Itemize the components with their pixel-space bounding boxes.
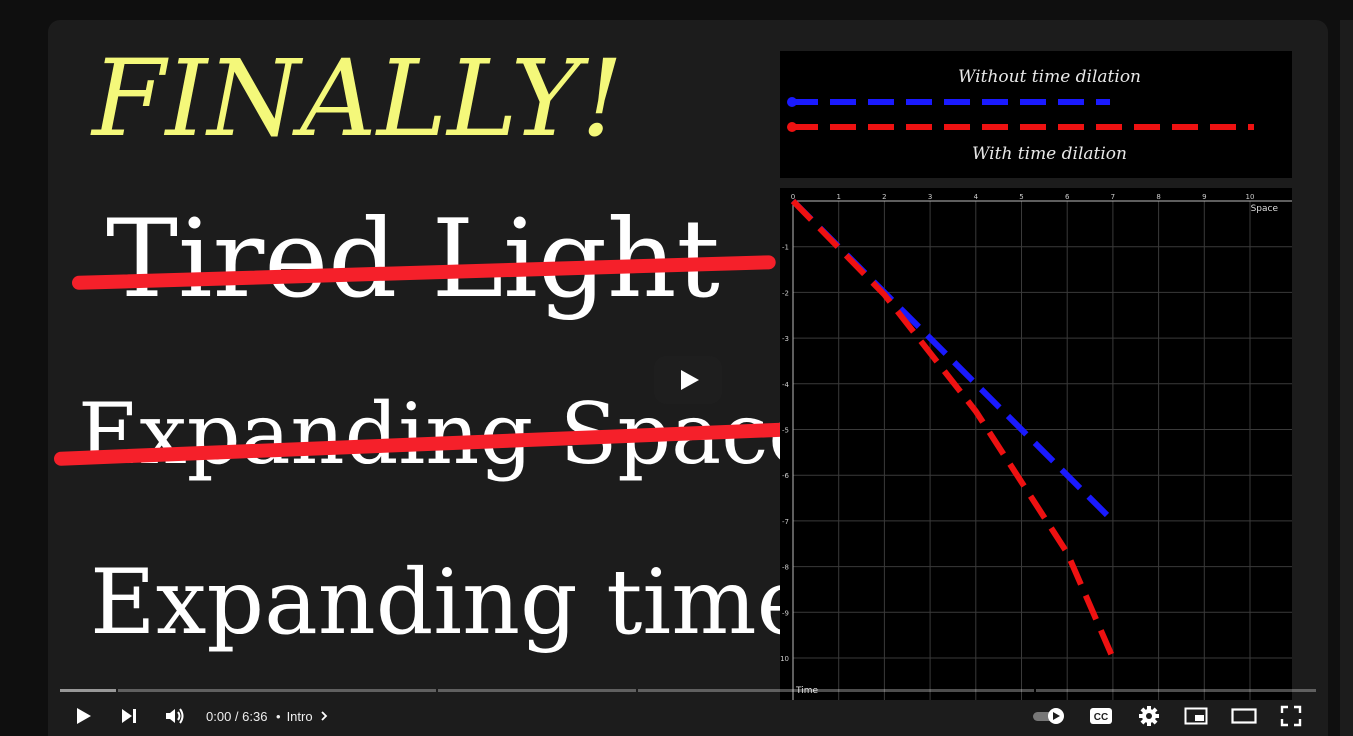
x-tick-label: 10: [1246, 193, 1255, 201]
x-axis-label: Space: [1251, 204, 1279, 214]
player-controls: 0:00 / 6:36 • Intro CC: [48, 696, 1328, 736]
y-tick-label: -9: [782, 609, 789, 617]
chevron-right-icon: [320, 711, 327, 721]
subtitles-button[interactable]: CC: [1088, 696, 1114, 736]
y-tick-label: -7: [782, 518, 789, 526]
x-tick-label: 4: [974, 193, 979, 201]
legend-label-bottom: With time dilation: [972, 144, 1127, 164]
video-player[interactable]: FINALLY! Tired Light Expanding Space Exp…: [48, 20, 1328, 736]
x-tick-label: 7: [1111, 193, 1115, 201]
theater-mode-icon: [1231, 708, 1257, 724]
volume-button[interactable]: [162, 696, 188, 736]
x-tick-label: 6: [1065, 193, 1070, 201]
progress-segment[interactable]: [438, 689, 636, 692]
y-tick-label: -2: [782, 289, 789, 297]
x-tick-label: 1: [836, 193, 840, 201]
page-edge: [1340, 20, 1353, 736]
skip-next-icon: [122, 709, 136, 723]
x-tick-label: 9: [1202, 193, 1206, 201]
y-tick-label: -5: [782, 427, 789, 435]
play-icon: [77, 708, 91, 724]
miniplayer-icon: [1184, 707, 1208, 725]
gear-icon: [1139, 706, 1159, 726]
progress-segment[interactable]: [1036, 689, 1316, 692]
x-tick-label: 8: [1156, 193, 1160, 201]
y-tick-label: -1: [782, 244, 789, 252]
progress-bar[interactable]: [60, 689, 1316, 692]
next-button[interactable]: [116, 696, 142, 736]
series-line-without-dilation: [790, 198, 1116, 524]
large-play-button[interactable]: [654, 356, 722, 404]
play-button[interactable]: [70, 696, 96, 736]
fullscreen-icon: [1280, 705, 1302, 727]
progress-segment[interactable]: [638, 689, 1034, 692]
closed-captions-icon: CC: [1090, 708, 1112, 724]
autoplay-toggle[interactable]: [1032, 696, 1066, 736]
play-icon: [681, 370, 699, 390]
y-tick-label: -8: [782, 564, 789, 572]
time-display: 0:00 / 6:36: [206, 708, 268, 724]
y-tick-label: -6: [782, 472, 790, 480]
chapter-title: Intro: [286, 708, 313, 724]
settings-button[interactable]: [1136, 696, 1162, 736]
fullscreen-button[interactable]: [1278, 696, 1304, 736]
progress-segment[interactable]: [118, 689, 436, 692]
chapter-button[interactable]: • Intro: [276, 696, 330, 736]
chart-svg: 012345678910-1-2-3-4-5-6-7-8-9-10SpaceTi…: [780, 193, 1292, 700]
miniplayer-button[interactable]: [1182, 696, 1210, 736]
chart: 012345678910-1-2-3-4-5-6-7-8-9-10SpaceTi…: [780, 188, 1292, 700]
svg-text:CC: CC: [1094, 712, 1108, 723]
thumbnail-headline: FINALLY!: [92, 37, 624, 160]
y-tick-label: -10: [780, 655, 789, 663]
chapter-separator: •: [276, 708, 281, 724]
x-tick-label: 2: [882, 193, 886, 201]
progress-segment[interactable]: [60, 689, 116, 692]
y-tick-label: -4: [782, 381, 790, 389]
autoplay-icon: [1033, 708, 1064, 724]
thumbnail-question: Expanding time?: [90, 550, 859, 655]
theater-mode-button[interactable]: [1230, 696, 1258, 736]
x-tick-label: 5: [1019, 193, 1023, 201]
y-tick-label: -3: [782, 335, 789, 343]
x-tick-label: 3: [928, 193, 932, 201]
volume-icon: [166, 708, 184, 724]
chart-legend: Without time dilation With time dilation: [780, 51, 1292, 178]
